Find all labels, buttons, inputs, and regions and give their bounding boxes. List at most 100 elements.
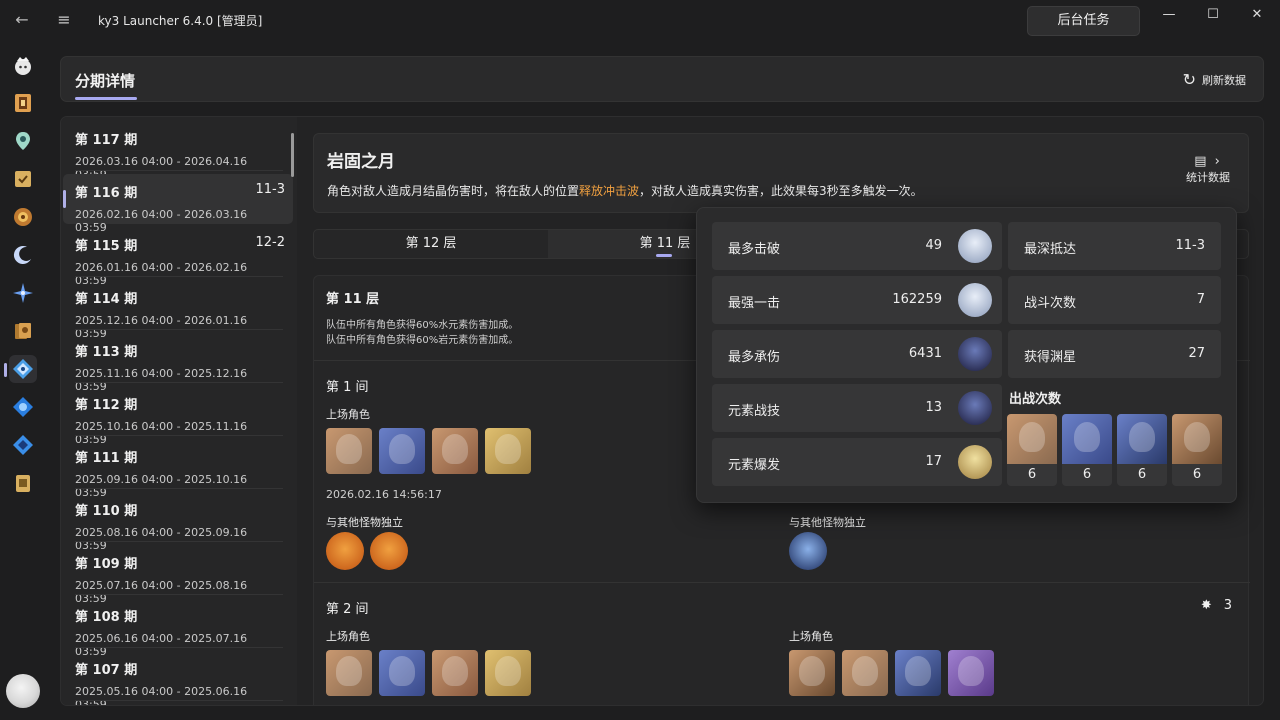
divider bbox=[314, 582, 1250, 583]
room-1-enemy-label-right: 与其他怪物独立 bbox=[789, 516, 866, 529]
statistics-label: 统计数据 bbox=[1186, 171, 1230, 184]
period-name: 第 116 期 bbox=[75, 186, 138, 201]
star-icon[interactable] bbox=[9, 279, 37, 307]
stat-card-most-defeats: 最多击破 49 bbox=[712, 222, 1002, 270]
divider bbox=[75, 647, 283, 648]
tower-icon[interactable] bbox=[9, 431, 37, 459]
character-portrait[interactable] bbox=[485, 650, 531, 696]
page-header: 分期详情 ↻ 刷新数据 bbox=[60, 56, 1264, 102]
period-item[interactable]: 第 112 期 2025.10.16 04:00 - 2025.11.16 03:… bbox=[63, 386, 293, 446]
character-portrait[interactable] bbox=[895, 650, 941, 696]
period-item[interactable]: 第 108 期 2025.06.16 04:00 - 2025.07.16 03:… bbox=[63, 598, 293, 658]
close-icon[interactable]: ✕ bbox=[1243, 6, 1271, 24]
moon-icon[interactable] bbox=[9, 241, 37, 269]
room-1-enemies-right bbox=[789, 532, 827, 570]
room-1-enemies-left bbox=[326, 532, 408, 570]
period-list: 第 117 期2026.03.16 04:00 - 2026.04.16 03:… bbox=[61, 117, 297, 705]
refresh-icon: ↻ bbox=[1182, 70, 1196, 89]
stat-card-most-damage-taken: 最多承伤 6431 bbox=[712, 330, 1002, 378]
room-1-timestamp: 2026.02.16 14:56:17 bbox=[326, 488, 442, 501]
achievement-icon[interactable] bbox=[9, 165, 37, 193]
period-name: 第 117 期 bbox=[75, 133, 138, 148]
character-portrait[interactable] bbox=[379, 650, 425, 696]
character-portrait[interactable] bbox=[326, 428, 372, 474]
domain-icon[interactable] bbox=[9, 393, 37, 421]
period-item[interactable]: 第 110 期 2025.08.16 04:00 - 2025.09.16 03:… bbox=[63, 492, 293, 552]
usage-card: 6 bbox=[1117, 414, 1167, 486]
statistics-icon: ▤ › bbox=[1194, 154, 1222, 169]
period-item[interactable]: 第 107 期 2025.05.16 04:00 - 2025.06.16 03:… bbox=[63, 651, 293, 705]
character-avatar bbox=[958, 337, 992, 371]
period-item[interactable]: 第 116 期 2026.02.16 04:00 - 2026.03.16 03:… bbox=[63, 174, 293, 234]
map-pin-icon[interactable] bbox=[9, 127, 37, 155]
star-icon: ✸ bbox=[1200, 598, 1212, 613]
usage-card: 6 bbox=[1007, 414, 1057, 486]
period-item[interactable]: 第 117 期2026.03.16 04:00 - 2026.04.16 03:… bbox=[63, 121, 293, 181]
paimon-icon[interactable] bbox=[9, 52, 37, 80]
period-item[interactable]: 第 115 期 2026.01.16 04:00 - 2026.02.16 03:… bbox=[63, 227, 293, 287]
period-scrollbar[interactable] bbox=[291, 133, 294, 177]
divider bbox=[75, 276, 283, 277]
character-avatar bbox=[958, 283, 992, 317]
divider bbox=[75, 329, 283, 330]
maximize-icon[interactable]: ☐ bbox=[1199, 6, 1227, 24]
background-tasks-button[interactable]: 后台任务 bbox=[1027, 6, 1140, 36]
abyss-icon[interactable] bbox=[4, 355, 37, 383]
enemy-icon bbox=[370, 532, 408, 570]
period-name: 第 110 期 bbox=[75, 504, 138, 519]
back-arrow-icon[interactable]: ← bbox=[12, 10, 32, 30]
moon-card: 岩固之月 角色对敌人造成月结晶伤害时，将在敌人的位置释放冲击波，对敌人造成真实伤… bbox=[313, 133, 1249, 213]
stat-card-elemental-burst: 元素爆发 17 bbox=[712, 438, 1002, 486]
card-book-icon[interactable] bbox=[9, 317, 37, 345]
hamburger-menu-icon[interactable]: ≡ bbox=[54, 10, 74, 30]
divider bbox=[75, 170, 283, 171]
period-name: 第 111 期 bbox=[75, 451, 138, 466]
battle-count-title: 出战次数 bbox=[1009, 392, 1062, 407]
room-1-lineup bbox=[326, 428, 531, 474]
character-portrait[interactable] bbox=[379, 428, 425, 474]
compass-icon[interactable] bbox=[9, 203, 37, 231]
statistics-button[interactable]: ▤ › 统计数据 bbox=[1186, 154, 1230, 185]
room-2-lineup-left bbox=[326, 650, 531, 696]
period-item[interactable]: 第 111 期 2025.09.16 04:00 - 2025.10.16 03:… bbox=[63, 439, 293, 499]
period-name: 第 113 期 bbox=[75, 345, 138, 360]
period-item[interactable]: 第 113 期 2025.11.16 04:00 - 2025.12.16 03:… bbox=[63, 333, 293, 393]
character-avatar bbox=[958, 445, 992, 479]
usage-card: 6 bbox=[1172, 414, 1222, 486]
scroll-icon[interactable] bbox=[9, 469, 37, 497]
moon-description: 角色对敌人造成月结晶伤害时，将在敌人的位置释放冲击波，对敌人造成真实伤害，此效果… bbox=[327, 184, 923, 198]
divider bbox=[75, 435, 283, 436]
tab-floor-12[interactable]: 第 12 层 bbox=[314, 230, 548, 258]
minimize-icon[interactable]: — bbox=[1155, 6, 1183, 24]
star-count: 3 bbox=[1223, 598, 1232, 613]
character-portrait[interactable] bbox=[948, 650, 994, 696]
period-name: 第 107 期 bbox=[75, 663, 138, 678]
character-portrait[interactable] bbox=[842, 650, 888, 696]
character-portrait[interactable] bbox=[789, 650, 835, 696]
character-portrait[interactable] bbox=[432, 428, 478, 474]
room-2-lineup-right bbox=[789, 650, 994, 696]
divider bbox=[75, 541, 283, 542]
nav-rail: ⚙ bbox=[0, 46, 46, 720]
enemy-icon bbox=[789, 532, 827, 570]
period-item[interactable]: 第 109 期 2025.07.16 04:00 - 2025.08.16 03:… bbox=[63, 545, 293, 605]
character-portrait[interactable] bbox=[432, 650, 478, 696]
floor-buffs: 队伍中所有角色获得60%水元素伤害加成。 队伍中所有角色获得60%岩元素伤害加成… bbox=[326, 320, 519, 346]
wish-scroll-icon[interactable] bbox=[9, 89, 37, 117]
title-underline bbox=[75, 97, 137, 100]
period-deepest-floor: 11-3 bbox=[255, 182, 285, 197]
character-portrait[interactable] bbox=[326, 650, 372, 696]
user-avatar[interactable] bbox=[6, 674, 40, 708]
usage-card: 6 bbox=[1062, 414, 1112, 486]
period-name: 第 114 期 bbox=[75, 292, 138, 307]
character-avatar bbox=[958, 229, 992, 263]
character-portrait[interactable] bbox=[485, 428, 531, 474]
period-name: 第 115 期 bbox=[75, 239, 138, 254]
room-2-title: 第 2 间 bbox=[326, 602, 369, 617]
period-dates: 2025.05.16 04:00 - 2025.06.16 03:59 bbox=[75, 685, 248, 706]
period-deepest-floor: 12-2 bbox=[255, 235, 285, 250]
refresh-button[interactable]: ↻ 刷新数据 bbox=[1183, 72, 1246, 88]
period-item[interactable]: 第 114 期 2025.12.16 04:00 - 2026.01.16 03:… bbox=[63, 280, 293, 340]
enemy-icon bbox=[326, 532, 364, 570]
summary-deepest: 最深抵达 11-3 bbox=[1008, 222, 1221, 270]
